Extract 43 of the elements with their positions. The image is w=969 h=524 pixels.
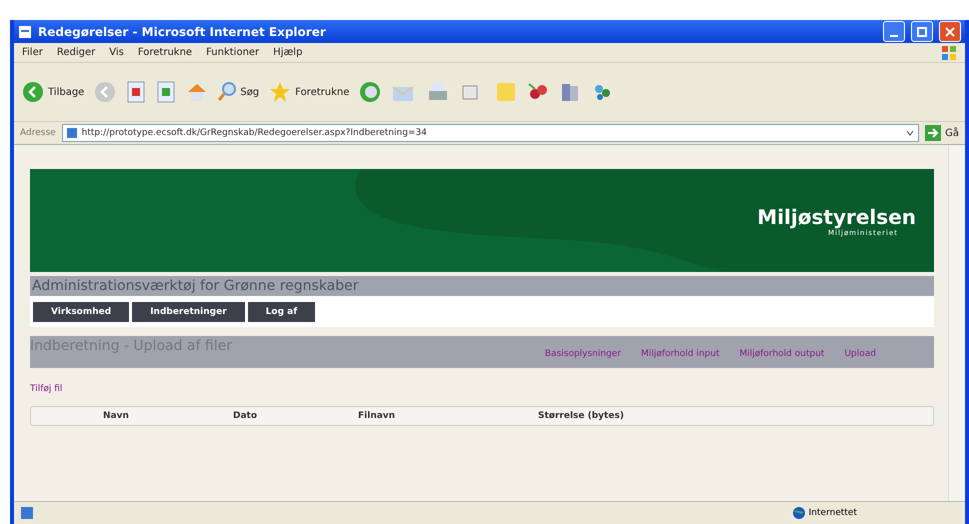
add-file-link[interactable]: Tilføj fil bbox=[30, 384, 934, 394]
nav-tab[interactable]: Log af bbox=[248, 302, 316, 322]
go-button[interactable]: Gå bbox=[925, 125, 959, 141]
column-header: Filnavn bbox=[358, 411, 396, 421]
column-header: Navn bbox=[103, 411, 130, 421]
maximize-button[interactable] bbox=[911, 21, 933, 42]
nav-tab[interactable]: Indberetninger bbox=[132, 302, 245, 322]
menu-item[interactable]: Funktioner bbox=[206, 47, 260, 58]
flag-logo-icon bbox=[941, 44, 957, 60]
globe-icon bbox=[792, 507, 805, 519]
dropdown-icon bbox=[905, 128, 916, 138]
menu-item[interactable]: Foretrukne bbox=[138, 47, 192, 58]
star-icon bbox=[269, 81, 292, 103]
refresh-icon[interactable] bbox=[156, 81, 176, 103]
menu-item[interactable]: Vis bbox=[109, 47, 124, 58]
menu-item[interactable]: Hjælp bbox=[273, 47, 302, 58]
stop-icon[interactable] bbox=[126, 81, 146, 103]
column-header: Størrelse (bytes) bbox=[538, 411, 625, 421]
minimize-icon bbox=[890, 34, 898, 36]
arrow-icon bbox=[925, 125, 942, 141]
zone-label: Internettet bbox=[808, 508, 857, 518]
menu-item[interactable]: Rediger bbox=[56, 47, 96, 58]
minimize-button[interactable] bbox=[883, 21, 905, 42]
logo-title: Miljøstyrelsen bbox=[757, 204, 916, 228]
address-label: Adresse bbox=[20, 128, 56, 138]
close-icon bbox=[945, 26, 955, 36]
close-button[interactable] bbox=[939, 21, 961, 42]
nav-tab[interactable]: Virksomhed bbox=[33, 302, 130, 322]
back-button[interactable]: Tilbage bbox=[22, 81, 84, 103]
address-field[interactable]: http://prototype.ecsoft.dk/GrRegnskab/Redegoerelser.aspx?Indberetning=34 bbox=[62, 124, 920, 142]
search-icon bbox=[218, 82, 236, 102]
home-icon[interactable] bbox=[186, 81, 208, 103]
column-header: Dato bbox=[233, 411, 258, 421]
page-icon bbox=[20, 506, 34, 520]
app-title: Administrationsværktøj for Grønne regnskaber bbox=[30, 276, 934, 296]
page-icon bbox=[18, 24, 32, 38]
search-button[interactable]: Søg bbox=[218, 82, 260, 102]
maximize-icon bbox=[917, 26, 927, 36]
printer-icon[interactable] bbox=[427, 81, 450, 103]
menu-item[interactable]: Filer bbox=[22, 47, 43, 58]
window-title: Redegørelser - Microsoft Internet Explorer bbox=[38, 24, 326, 38]
page-icon bbox=[66, 127, 78, 139]
favorites-button[interactable]: Foretrukne bbox=[269, 81, 350, 103]
